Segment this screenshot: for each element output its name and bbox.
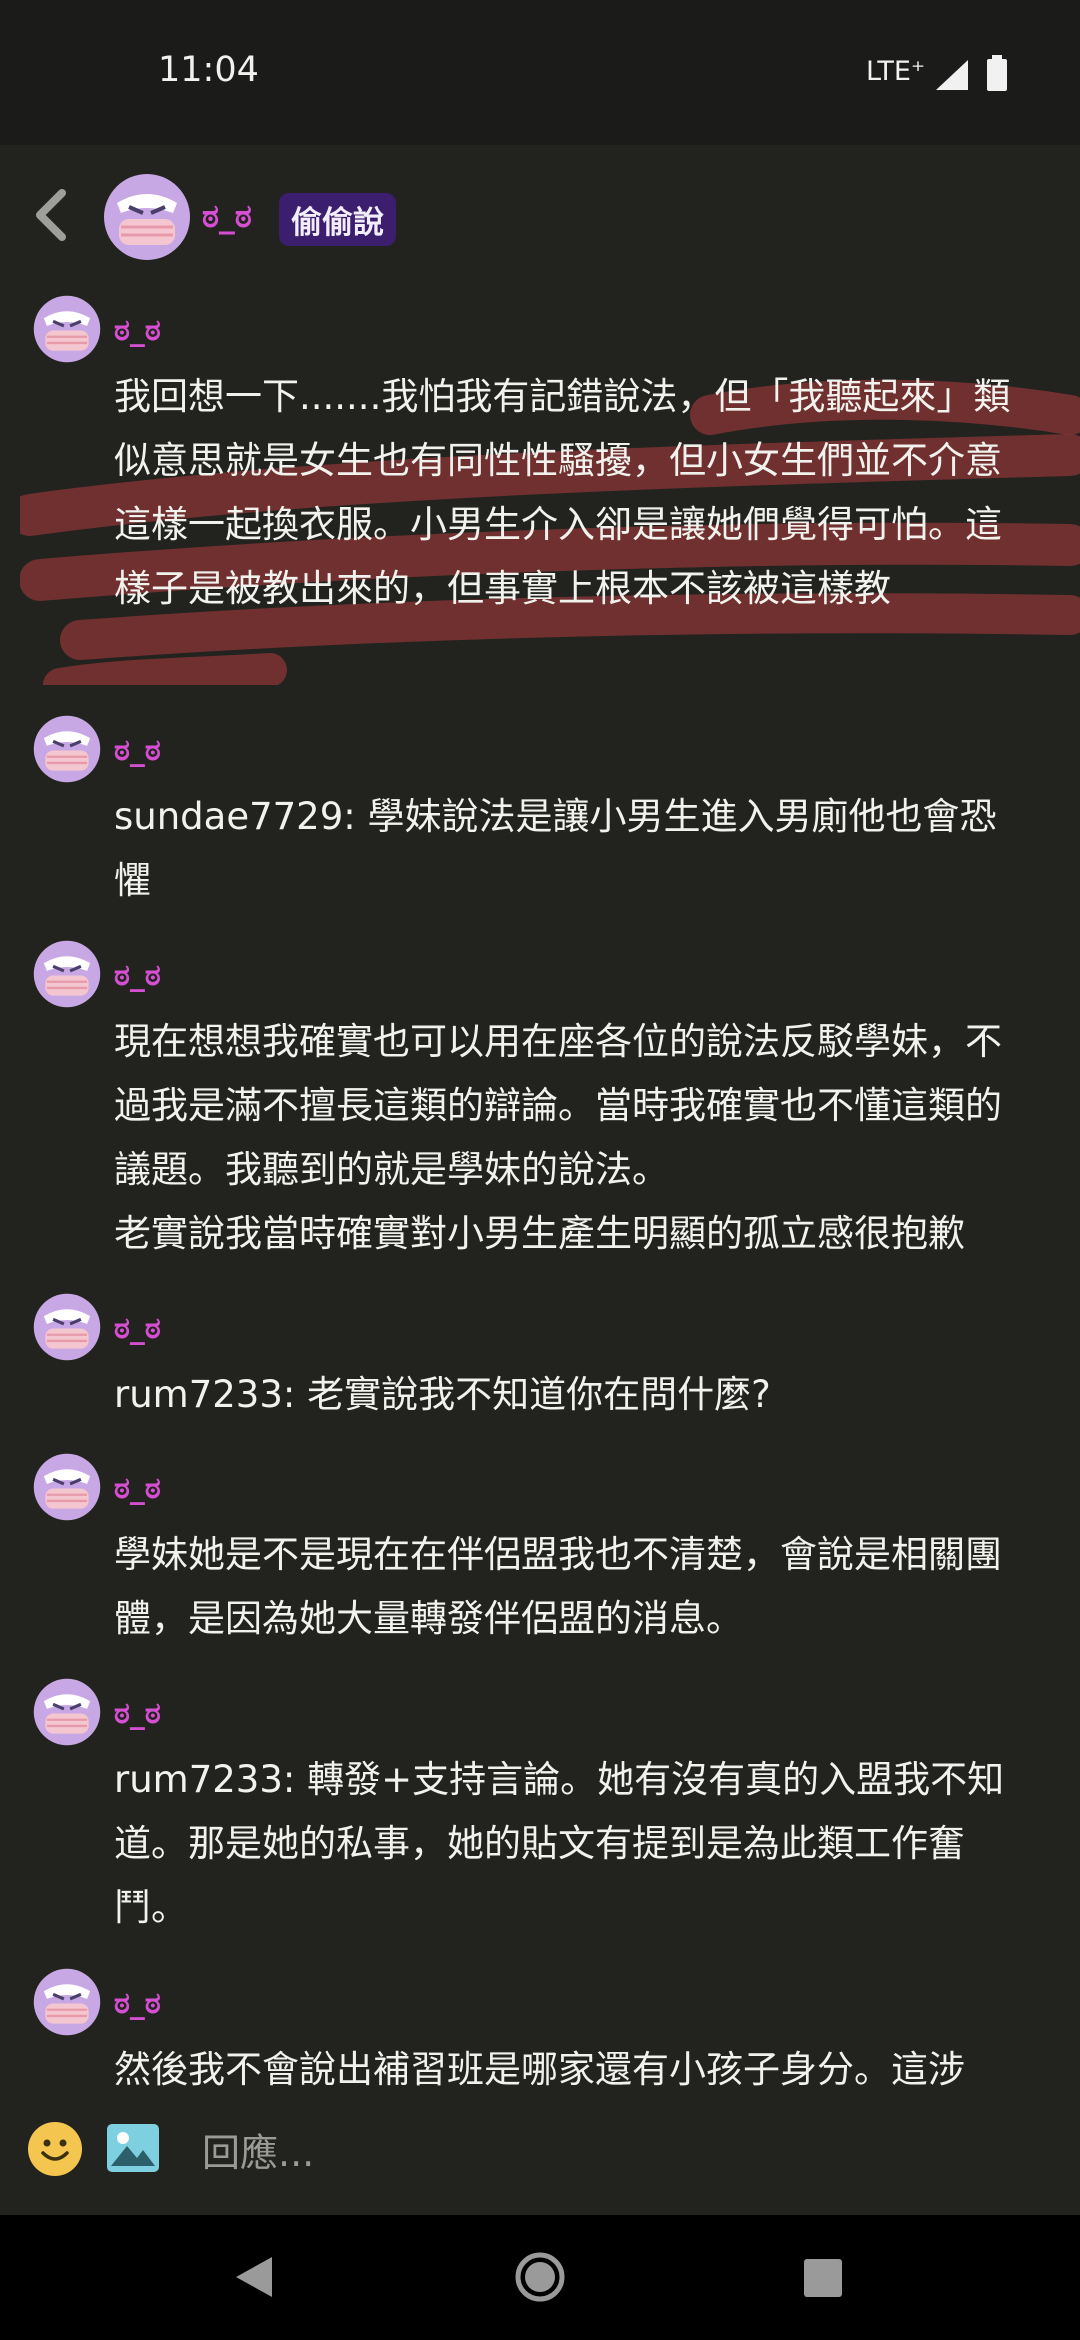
message-author[interactable]: ಠ_ಠ xyxy=(114,1471,161,1506)
user-name[interactable]: ಠ_ಠ xyxy=(202,197,252,236)
nav-recent-icon[interactable] xyxy=(802,2257,844,2299)
avatar[interactable] xyxy=(33,940,101,1008)
message-author[interactable]: ಠ_ಠ xyxy=(114,313,161,348)
message-text: rum7233: 轉發+支持言論。她有沒有真的入盟我不知道。那是她的私事，她的貼… xyxy=(114,1758,1005,1929)
status-bar: 11:04 LTE⁺ xyxy=(0,0,1080,145)
message-text-line: 老實說我當時確實對小男生產生明顯的孤立感很抱歉 xyxy=(114,1212,965,1255)
back-icon[interactable] xyxy=(30,187,72,243)
system-nav-bar xyxy=(0,2215,1080,2340)
message-author[interactable]: ಠ_ಠ xyxy=(114,958,161,993)
message-feed[interactable]: ಠ_ಠ 我回想一下.......我怕我有記錯說法，但「我聽起來」類似意思就是女生… xyxy=(0,295,1080,2100)
message-author[interactable]: ಠ_ಠ xyxy=(114,1696,161,1731)
chat-header: ಠ_ಠ 偷偷說 xyxy=(0,145,1080,295)
message-text: 現在想想我確實也可以用在座各位的說法反駁學妹，不過我是滿不擅長這類的辯論。當時我… xyxy=(114,1010,1026,1266)
smiley-icon[interactable] xyxy=(27,2121,83,2177)
avatar[interactable] xyxy=(33,295,101,363)
message-author[interactable]: ಠ_ಠ xyxy=(114,1986,161,2021)
nav-home-icon[interactable] xyxy=(514,2251,566,2303)
avatar[interactable] xyxy=(33,1293,101,1361)
message-author[interactable]: ಠ_ಠ xyxy=(114,1311,161,1346)
message-text: rum7233: 老實說我不知道你在問什麼? xyxy=(114,1373,771,1416)
avatar[interactable] xyxy=(33,1678,101,1746)
signal-icon xyxy=(936,60,968,90)
message-text: 學妹她是不是現在在伴侶盟我也不清楚，會說是相關團體，是因為她大量轉發伴侶盟的消息… xyxy=(114,1533,1002,1640)
reply-composer xyxy=(0,2100,1080,2210)
network-type: LTE⁺ xyxy=(866,56,926,87)
status-time: 11:04 xyxy=(158,50,259,90)
message-text-line: 現在想想我確實也可以用在座各位的說法反駁學妹，不過我是滿不擅長這類的辯論。當時我… xyxy=(114,1020,1002,1191)
image-icon[interactable] xyxy=(105,2120,161,2176)
board-badge[interactable]: 偷偷說 xyxy=(279,193,396,246)
avatar[interactable] xyxy=(33,715,101,783)
avatar[interactable] xyxy=(33,1968,101,2036)
message-text: 我回想一下.......我怕我有記錯說法，但「我聽起來」類似意思就是女生也有同性… xyxy=(114,375,1011,610)
nav-back-icon[interactable] xyxy=(232,2253,276,2301)
avatar[interactable] xyxy=(103,173,191,261)
message-text: sundae7729: 學妹說法是讓小男生進入男廁他也會恐懼 xyxy=(114,795,997,902)
message-text: 然後我不會說出補習班是哪家還有小孩子身分。這涉 xyxy=(114,2048,965,2091)
message-author[interactable]: ಠ_ಠ xyxy=(114,733,161,768)
avatar[interactable] xyxy=(33,1453,101,1521)
reply-input[interactable] xyxy=(200,2122,1024,2184)
battery-icon xyxy=(987,55,1007,91)
